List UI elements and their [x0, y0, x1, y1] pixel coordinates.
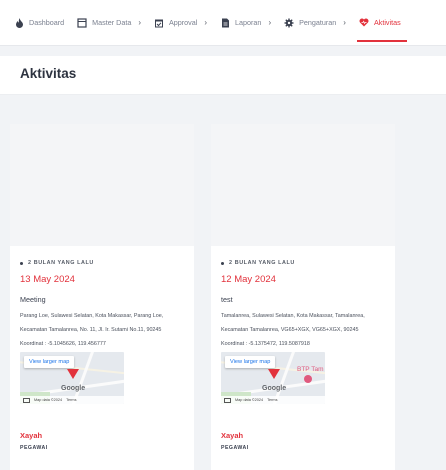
activity-time-ago: 2 BULAN YANG LALU: [221, 260, 295, 266]
keyboard-icon[interactable]: [23, 398, 30, 403]
nav-item-master-data[interactable]: Master Data ›: [77, 0, 141, 46]
nav-label: Approval: [169, 18, 198, 27]
activity-address: Parang Loe, Sulawesi Selatan, Kota Makas…: [20, 313, 164, 333]
activity-card: 2 BULAN YANG LALU 12 May 2024 test Tamal…: [211, 124, 395, 470]
nav-item-approval[interactable]: Approval ›: [154, 0, 207, 46]
map-pin-icon: [67, 369, 79, 379]
nav-item-aktivitas[interactable]: Aktivitas: [356, 0, 407, 46]
activity-date: 13 May 2024: [20, 274, 75, 285]
location-map[interactable]: View larger map Google Map data ©2024 Te…: [20, 352, 124, 404]
activity-title: test: [221, 295, 233, 304]
calendar-check-icon: [154, 18, 164, 28]
dot-icon: [221, 261, 224, 265]
google-logo: Google: [61, 385, 86, 392]
dot-icon: [20, 261, 23, 265]
heart-icon: [359, 18, 369, 28]
activity-user-name[interactable]: Xayah: [221, 431, 243, 440]
activity-photo: [10, 124, 194, 246]
activity-address: Tamalanrea, Sulawesi Selatan, Kota Makas…: [221, 313, 365, 333]
nav-label: Laporan: [235, 18, 262, 27]
map-attribution: Map data ©2024 Terms: [20, 396, 124, 404]
view-larger-map-link[interactable]: View larger map: [24, 356, 75, 368]
activity-title: Meeting: [20, 295, 46, 304]
activity-date: 12 May 2024: [221, 274, 276, 285]
google-logo: Google: [262, 385, 287, 392]
map-pin-icon: [268, 369, 280, 379]
page-title: Aktivitas: [20, 66, 77, 81]
gear-icon: [284, 18, 294, 28]
nav-item-pengaturan[interactable]: Pengaturan ›: [284, 0, 346, 46]
map-terms-link[interactable]: Terms: [66, 398, 76, 402]
location-map[interactable]: View larger map BTP Tam Google Map data …: [221, 352, 325, 404]
chevron-right-icon: ›: [268, 18, 272, 27]
nav-label: Pengaturan: [299, 18, 337, 27]
nav-label: Master Data: [92, 18, 132, 27]
time-ago-text: 2 BULAN YANG LALU: [229, 260, 295, 266]
map-attribution: Map data ©2024 Terms: [221, 396, 325, 404]
activity-coordinates: Koordinat : -5.1045626, 119.456777: [20, 341, 106, 347]
activity-card: 2 BULAN YANG LALU 13 May 2024 Meeting Pa…: [10, 124, 194, 470]
chevron-right-icon: ›: [138, 18, 141, 27]
activity-user-role: PEGAWAI: [20, 445, 48, 451]
chevron-right-icon: ›: [343, 18, 346, 27]
nav-label: Dashboard: [29, 18, 65, 27]
time-ago-text: 2 BULAN YANG LALU: [28, 260, 94, 266]
nav-item-dashboard[interactable]: Dashboard: [14, 0, 64, 46]
window-icon: [77, 17, 87, 28]
top-navigation: Dashboard Master Data › Approval › Lapor…: [0, 0, 446, 46]
activity-user-role: PEGAWAI: [221, 445, 249, 451]
document-icon: [220, 18, 230, 28]
activity-user-name[interactable]: Xayah: [20, 431, 42, 440]
activity-photo: [211, 124, 395, 246]
chevron-right-icon: ›: [204, 18, 208, 27]
map-terms-link[interactable]: Terms: [267, 398, 277, 402]
nav-label: Aktivitas: [373, 18, 401, 27]
keyboard-icon[interactable]: [224, 398, 231, 403]
map-poi-icon: [304, 375, 312, 383]
map-data-text: Map data ©2024: [34, 398, 63, 402]
map-data-text: Map data ©2024: [235, 398, 264, 402]
nav-item-laporan[interactable]: Laporan ›: [220, 0, 271, 46]
map-poi-label: BTP Tam: [297, 366, 324, 373]
fire-icon: [14, 17, 24, 28]
activity-time-ago: 2 BULAN YANG LALU: [20, 260, 94, 266]
activity-coordinates: Koordinat : -5.1375472, 119.5087918: [221, 341, 310, 347]
page-header: Aktivitas: [0, 56, 446, 95]
view-larger-map-link[interactable]: View larger map: [225, 356, 276, 368]
